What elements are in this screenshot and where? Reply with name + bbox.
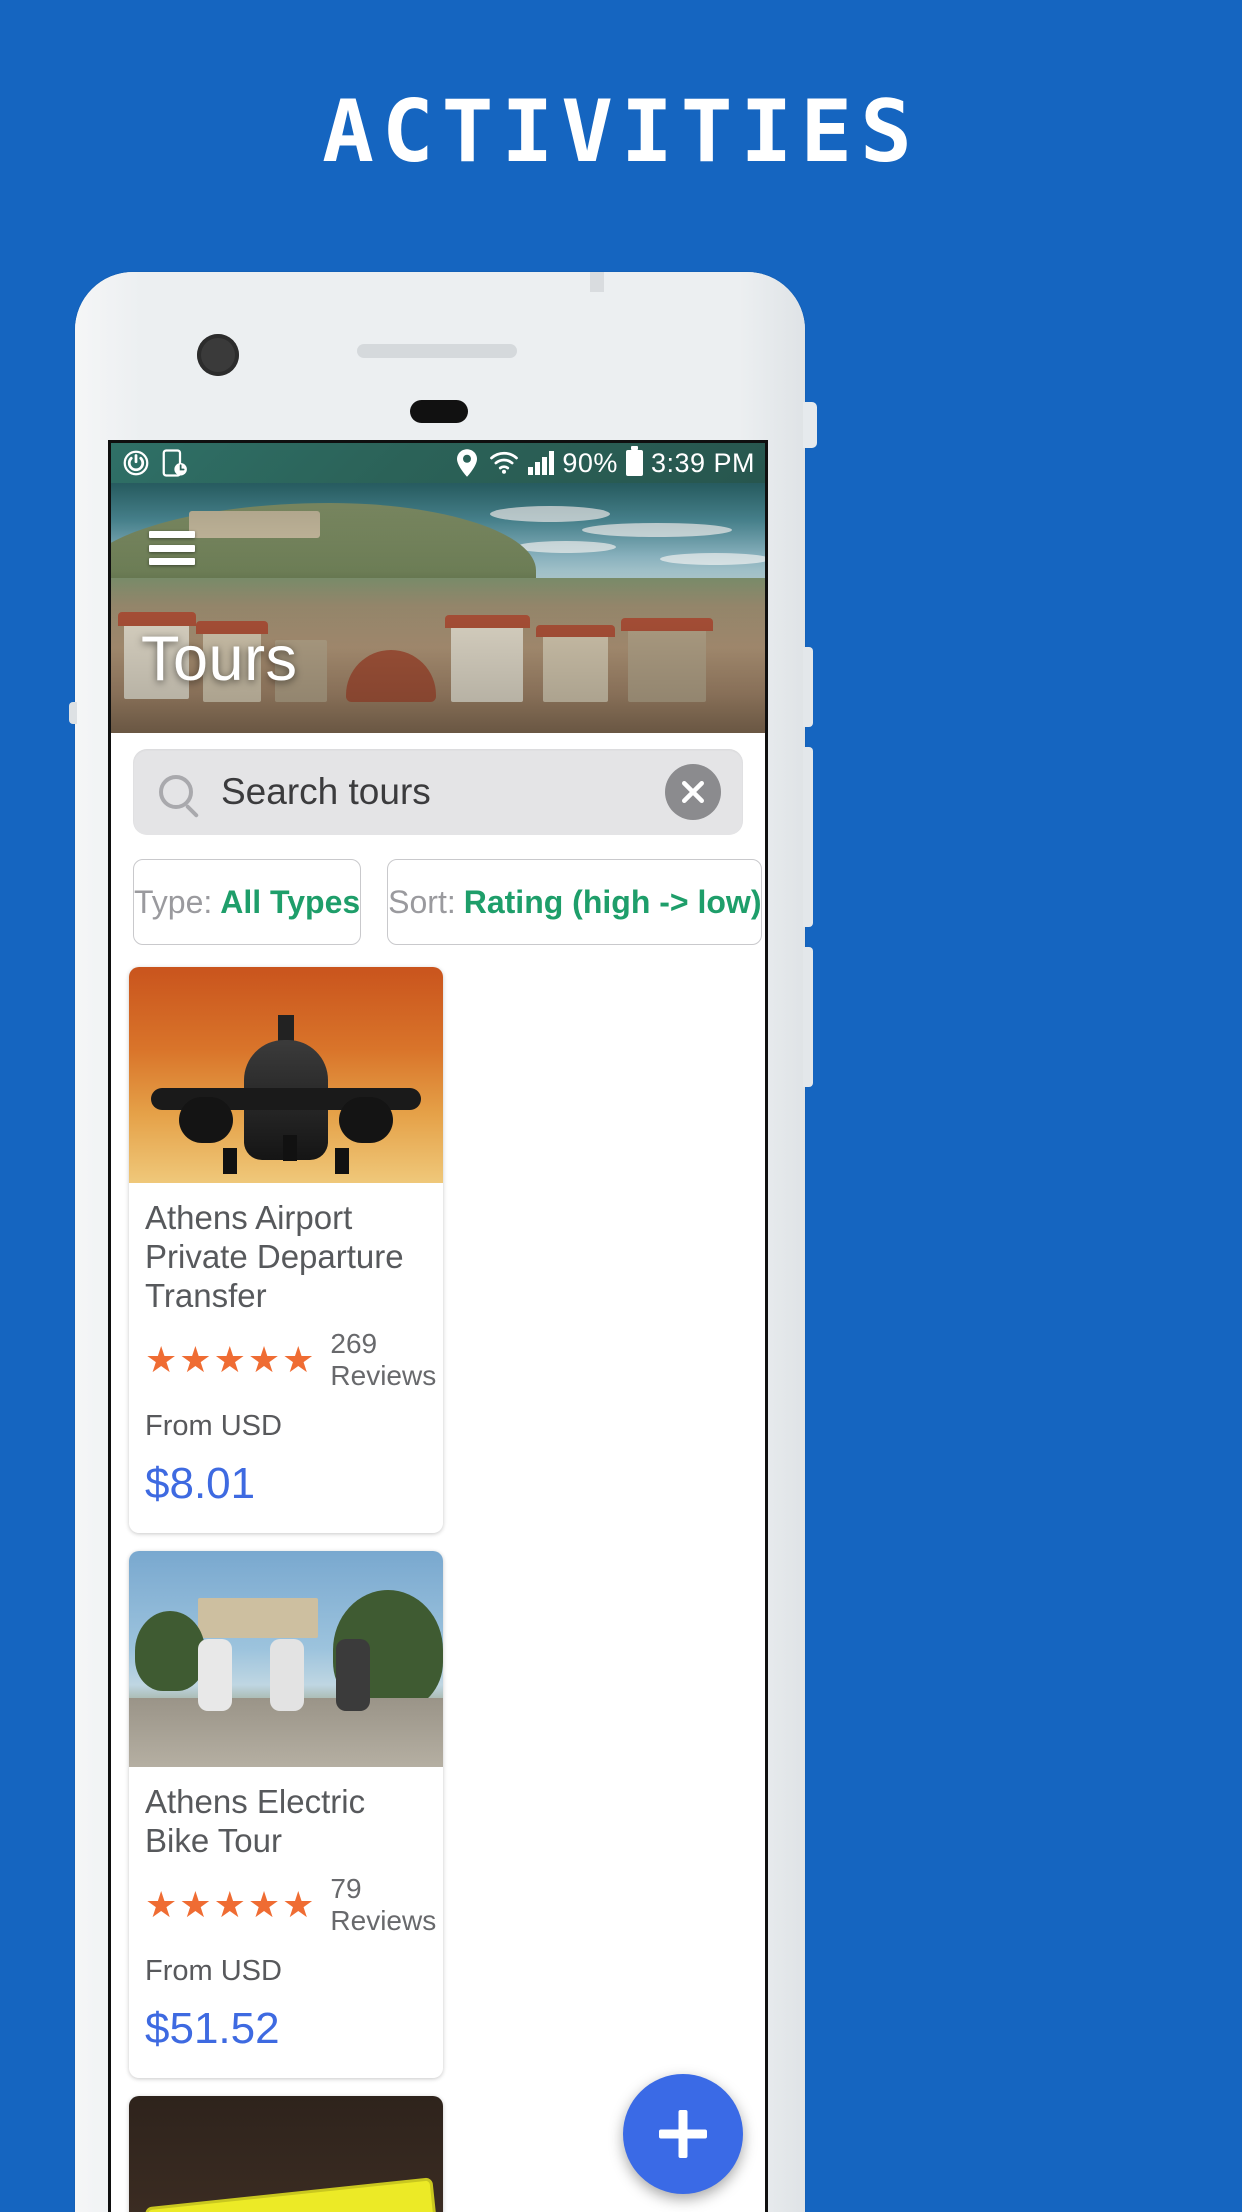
plane-engine-shape (179, 1096, 234, 1143)
tour-title: Athens Airport Private Departure Transfe… (145, 1199, 404, 1314)
plane-landing-gear (282, 1135, 297, 1162)
tour-card-image (129, 967, 443, 1183)
filter-sort-label: Sort: (388, 883, 456, 920)
search-bar[interactable]: Search tours (133, 749, 743, 835)
filter-type-label: Type: (134, 883, 213, 920)
search-input[interactable]: Search tours (221, 771, 665, 813)
star-icon: ★ (179, 1883, 212, 1925)
tour-card[interactable]: Departures (129, 2095, 443, 2212)
tour-card-body: Athens Airport Private Departure Transfe… (129, 1183, 443, 1533)
acropolis-shape (198, 1598, 319, 1639)
star-icon: ★ (282, 1338, 315, 1380)
filter-sort-button[interactable]: Sort: Rating (high -> low) (387, 859, 763, 945)
hamburger-menu-icon[interactable] (149, 531, 195, 565)
star-icon: ★ (179, 1338, 212, 1380)
tour-card-grid: Athens Airport Private Departure Transfe… (111, 967, 765, 2212)
tour-card-image: Departures (129, 2095, 443, 2212)
device-clock-icon (162, 449, 187, 477)
location-pin-icon (457, 449, 478, 477)
status-bar-right-icons: 90% 3:39 PM (454, 446, 755, 478)
power-sync-icon (123, 450, 149, 476)
star-icon: ★ (247, 1338, 281, 1380)
volume-up-button[interactable] (803, 647, 813, 727)
star-icon: ★ (213, 1338, 246, 1380)
hero-banner: Tours (111, 483, 765, 733)
home-button[interactable] (410, 400, 468, 423)
cyclist-shape (270, 1638, 305, 1711)
phone-top-sensor (590, 272, 604, 292)
cyclist-shape (198, 1638, 233, 1711)
search-section: Search tours (111, 733, 765, 849)
tour-card-body: Athens Electric Bike Tour ★ ★ ★ ★ ★ 79 R… (129, 1767, 443, 2078)
plane-engine-shape (338, 1096, 393, 1143)
star-icon: ★ (282, 1883, 315, 1925)
filter-sort-value: Rating (high -> low) (463, 883, 762, 920)
phone-left-nub (69, 702, 77, 724)
plane-landing-gear (223, 1148, 238, 1175)
tour-title: Athens Electric Bike Tour (145, 1782, 366, 1859)
hero-overlay (111, 483, 765, 733)
tour-review-count: 269 Reviews (330, 1327, 437, 1391)
tree-shape (135, 1611, 206, 1692)
tour-card[interactable]: Athens Airport Private Departure Transfe… (129, 967, 443, 1533)
phone-frame: 90% 3:39 PM Tours Search tours Type: All… (69, 272, 817, 2212)
star-icon: ★ (213, 1883, 246, 1925)
hero-title: Tours (141, 624, 298, 694)
status-bar-clock: 3:39 PM (650, 447, 755, 478)
star-icon: ★ (145, 1883, 178, 1925)
tour-currency-label: From USD (145, 1409, 282, 1442)
tour-card[interactable]: Athens Electric Bike Tour ★ ★ ★ ★ ★ 79 R… (129, 1550, 443, 2078)
plus-icon (659, 2110, 707, 2158)
star-icon: ★ (247, 1883, 281, 1925)
tour-review-count: 79 Reviews (330, 1872, 437, 1936)
filter-type-value: All Types (220, 883, 361, 920)
battery-icon (625, 446, 643, 476)
search-icon (159, 775, 193, 809)
tour-price: $8.01 (145, 1458, 256, 1508)
filter-type-button[interactable]: Type: All Types (133, 859, 362, 945)
tour-currency-label: From USD (145, 1954, 282, 1987)
add-button[interactable] (623, 2074, 743, 2194)
tour-rating: ★ ★ ★ ★ ★ 79 Reviews (145, 1873, 436, 1937)
star-icon: ★ (145, 1338, 178, 1380)
front-camera-icon (197, 334, 239, 376)
volume-down-button[interactable] (803, 747, 813, 927)
cyclist-shape (336, 1638, 371, 1711)
clear-search-button[interactable] (665, 764, 721, 820)
close-icon (682, 781, 704, 803)
status-bar: 90% 3:39 PM (111, 443, 765, 483)
battery-percent-label: 90% (562, 447, 618, 478)
earpiece-speaker (357, 344, 517, 358)
tour-rating: ★ ★ ★ ★ ★ 269 Reviews (145, 1328, 436, 1392)
filter-row: Type: All Types Sort: Rating (high -> lo… (111, 849, 765, 967)
phone-screen: 90% 3:39 PM Tours Search tours Type: All… (108, 440, 768, 2212)
power-button[interactable] (803, 947, 813, 1087)
tour-price: $51.52 (145, 2003, 280, 2053)
wifi-icon (490, 451, 519, 474)
phone-right-nub (803, 402, 817, 448)
cellular-signal-icon (528, 451, 555, 475)
page-title: ACTIVITIES (322, 82, 920, 182)
status-bar-left-icons (121, 448, 189, 478)
tour-card-image (129, 1550, 443, 1767)
plane-landing-gear (334, 1148, 349, 1175)
